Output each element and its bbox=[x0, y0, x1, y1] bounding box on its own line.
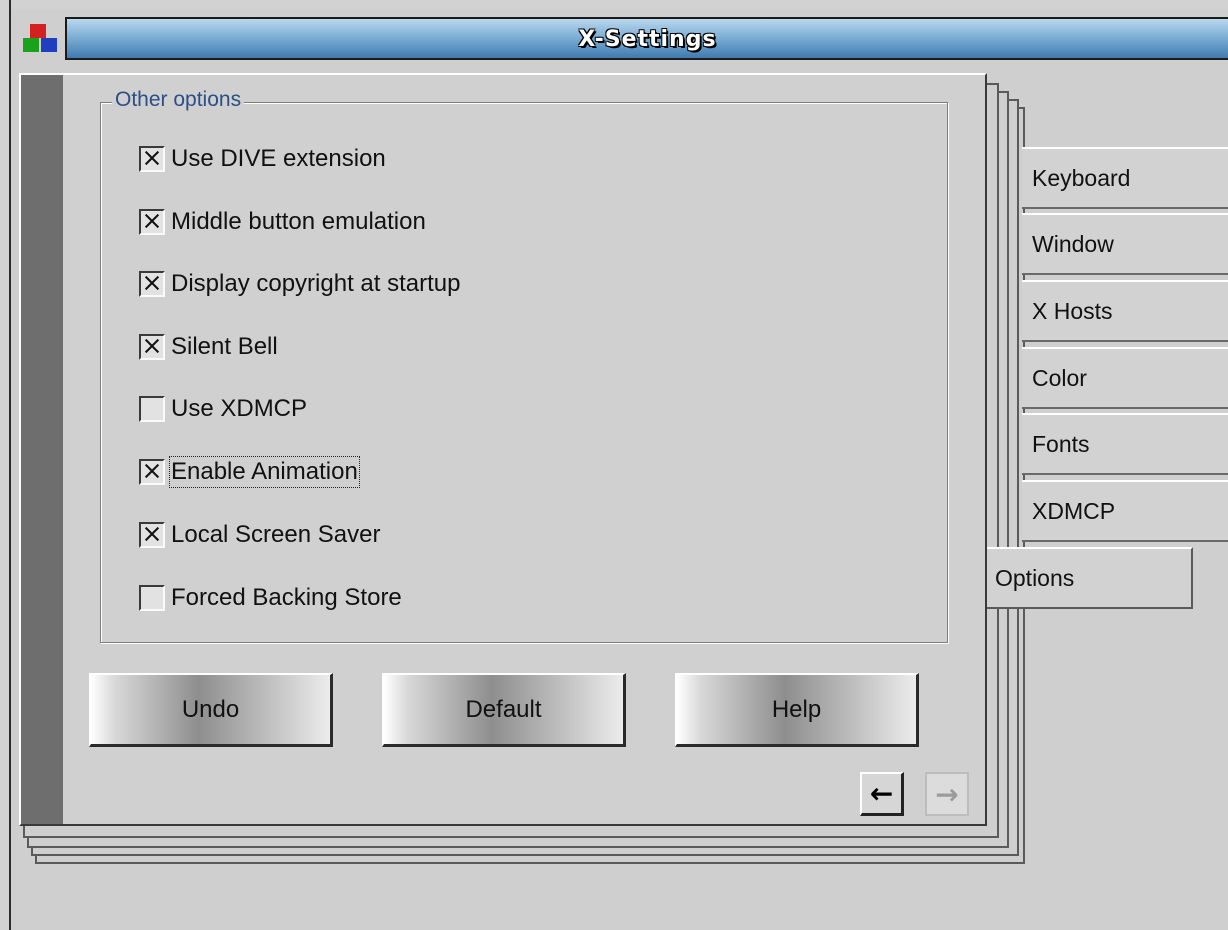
checkbox-use-xdmcp[interactable] bbox=[139, 396, 165, 422]
arrow-left-icon: ← bbox=[869, 777, 894, 810]
option-label: Silent Bell bbox=[171, 333, 278, 360]
option-forced-backing-store[interactable]: Forced Backing Store bbox=[139, 582, 402, 614]
tab-x-hosts[interactable]: X Hosts bbox=[1022, 280, 1228, 342]
option-middle-button-emulation[interactable]: Middle button emulation bbox=[139, 206, 426, 238]
option-label: Enable Animation bbox=[169, 456, 360, 488]
option-label: Use XDMCP bbox=[171, 395, 308, 422]
previous-page-button[interactable]: ← bbox=[860, 772, 904, 816]
tab-keyboard[interactable]: Keyboard bbox=[1022, 147, 1228, 209]
option-label: Use DIVE extension bbox=[171, 145, 386, 172]
option-display-copyright[interactable]: Display copyright at startup bbox=[139, 268, 460, 300]
checkbox-silent-bell[interactable] bbox=[139, 334, 165, 360]
other-options-groupbox bbox=[100, 102, 948, 643]
sysmenu-blue-square bbox=[41, 38, 57, 52]
window-title: X-Settings bbox=[578, 27, 717, 52]
checkbox-display-copyright[interactable] bbox=[139, 271, 165, 297]
tab-window[interactable]: Window bbox=[1022, 213, 1228, 275]
checkbox-middle-button-emulation[interactable] bbox=[139, 209, 165, 235]
tab-xdmcp[interactable]: XDMCP bbox=[1022, 480, 1228, 542]
default-button[interactable]: Default bbox=[382, 673, 626, 747]
sysmenu-red-square bbox=[30, 24, 46, 38]
checkbox-local-screen-saver[interactable] bbox=[139, 522, 165, 548]
checkbox-enable-animation[interactable] bbox=[139, 459, 165, 485]
tab-fonts[interactable]: Fonts bbox=[1022, 413, 1228, 475]
checkbox-forced-backing-store[interactable] bbox=[139, 585, 165, 611]
group-title: Other options bbox=[112, 88, 245, 112]
checkbox-use-dive-extension[interactable] bbox=[139, 146, 165, 172]
arrow-right-icon: → bbox=[935, 777, 959, 811]
option-label: Local Screen Saver bbox=[171, 521, 381, 548]
help-button[interactable]: Help bbox=[675, 673, 919, 747]
option-use-xdmcp[interactable]: Use XDMCP bbox=[139, 393, 307, 425]
page-binding bbox=[21, 75, 63, 824]
sysmenu-green-square bbox=[23, 38, 39, 52]
option-label: Forced Backing Store bbox=[171, 584, 402, 611]
tab-color[interactable]: Color bbox=[1022, 347, 1228, 409]
window-top-border bbox=[0, 0, 1228, 9]
option-local-screen-saver[interactable]: Local Screen Saver bbox=[139, 519, 380, 551]
tab-options[interactable]: Options bbox=[985, 547, 1193, 609]
undo-button[interactable]: Undo bbox=[89, 673, 333, 747]
option-label: Display copyright at startup bbox=[171, 270, 461, 297]
title-bar[interactable]: X-Settings bbox=[65, 17, 1228, 60]
option-silent-bell[interactable]: Silent Bell bbox=[139, 331, 278, 363]
system-menu-icon[interactable] bbox=[19, 18, 65, 62]
option-enable-animation[interactable]: Enable Animation bbox=[139, 456, 360, 488]
option-label: Middle button emulation bbox=[171, 208, 426, 235]
next-page-button[interactable]: → bbox=[925, 772, 969, 816]
option-use-dive-extension[interactable]: Use DIVE extension bbox=[139, 143, 386, 175]
window-left-border bbox=[0, 0, 11, 930]
